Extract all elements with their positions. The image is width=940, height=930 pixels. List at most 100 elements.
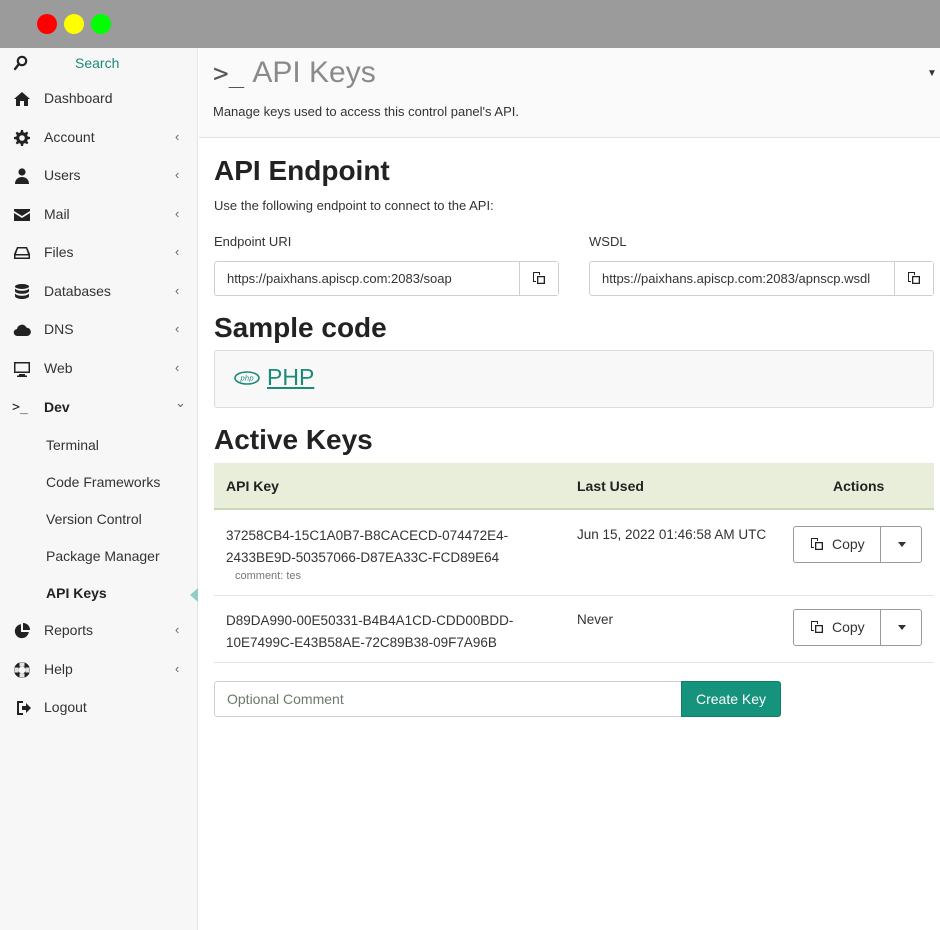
chevron-left-icon: ‹: [175, 129, 180, 144]
php-sample-link[interactable]: PHP: [267, 364, 314, 391]
sidebar-subitem-api-keys[interactable]: API Keys: [0, 576, 198, 612]
column-header-last-used: Last Used: [577, 478, 644, 494]
copy-uri-button[interactable]: [519, 262, 558, 295]
drive-icon: [12, 244, 32, 262]
lifebuoy-icon: [12, 661, 32, 679]
sidebar-subitem-package-manager[interactable]: Package Manager: [0, 539, 198, 575]
copy-key-button[interactable]: Copy: [794, 527, 881, 562]
sidebar-subitem-label: API Keys: [46, 585, 107, 601]
chevron-left-icon: ‹: [175, 283, 180, 298]
sidebar-item-dev[interactable]: >_ Dev ⌄: [0, 389, 198, 427]
sidebar-item-mail[interactable]: Mail ‹: [0, 196, 198, 234]
close-window-button[interactable]: [37, 14, 57, 34]
window-titlebar: [0, 0, 940, 48]
database-icon: [12, 283, 32, 301]
chevron-left-icon: ‹: [175, 360, 180, 375]
chevron-left-icon: ‹: [175, 622, 180, 637]
caret-down-icon: [898, 625, 906, 630]
page-title: >_ API Keys: [213, 56, 376, 90]
sidebar-subitem-label: Code Frameworks: [46, 474, 161, 490]
chevron-left-icon: ‹: [175, 167, 180, 182]
search-label: Search: [75, 55, 120, 71]
sidebar-item-databases[interactable]: Databases ‹: [0, 273, 198, 311]
sidebar-item-label: Account: [44, 129, 95, 145]
wsdl-label: WSDL: [589, 234, 627, 249]
sidebar-item-logout[interactable]: Logout: [0, 689, 198, 727]
sidebar-item-reports[interactable]: Reports ‹: [0, 612, 198, 650]
sample-code-panel: php PHP: [214, 350, 934, 408]
sidebar-item-files[interactable]: Files ‹: [0, 234, 198, 272]
sidebar-item-label: Files: [44, 244, 74, 260]
terminal-icon: >_: [12, 400, 28, 415]
sidebar-item-label: Help: [44, 661, 73, 677]
chevron-down-icon: ⌄: [175, 395, 186, 410]
last-used-value: Never: [577, 612, 614, 627]
create-key-button[interactable]: Create Key: [681, 681, 781, 717]
clipboard-icon: [533, 272, 545, 284]
table-row: 37258CB4-15C1A0B7-B8CACECD-074472E4- 243…: [214, 512, 934, 596]
sidebar-item-account[interactable]: Account ‹: [0, 119, 198, 157]
endpoint-uri-field[interactable]: https://paixhans.apiscp.com:2083/soap: [214, 261, 559, 296]
search-icon: [13, 55, 28, 71]
active-keys-heading: Active Keys: [214, 424, 373, 455]
page-title-text: API Keys: [252, 56, 376, 89]
monitor-icon: [12, 360, 32, 378]
php-icon: php: [234, 371, 260, 385]
key-actions-group: Copy: [793, 526, 922, 563]
optional-comment-input[interactable]: [227, 683, 667, 715]
main-content: >_ API Keys Manage keys used to access th…: [199, 48, 940, 930]
sidebar-search[interactable]: Search: [0, 48, 198, 78]
maximize-window-button[interactable]: [91, 14, 111, 34]
endpoint-heading: API Endpoint: [214, 155, 390, 186]
key-actions-group: Copy: [793, 609, 922, 646]
api-key-value[interactable]: 37258CB4-15C1A0B7-B8CACECD-074472E4- 243…: [226, 525, 556, 569]
sidebar-subitem-version-control[interactable]: Version Control: [0, 502, 198, 538]
sidebar-item-label: Databases: [44, 283, 111, 299]
active-indicator: [190, 588, 198, 602]
last-used-value: Jun 15, 2022 01:46:58 AM UTC: [577, 527, 767, 542]
sidebar-item-dashboard[interactable]: Dashboard: [0, 80, 198, 118]
clipboard-icon: [811, 538, 823, 550]
sidebar-item-web[interactable]: Web ‹: [0, 350, 198, 388]
endpoint-uri-value[interactable]: https://paixhans.apiscp.com:2083/soap: [227, 271, 517, 286]
user-menu-caret-icon[interactable]: ▼: [927, 68, 937, 79]
clipboard-icon: [811, 621, 823, 633]
wsdl-value[interactable]: https://paixhans.apiscp.com:2083/apnscp.…: [602, 271, 882, 286]
sidebar-item-help[interactable]: Help ‹: [0, 651, 198, 689]
sidebar-subitem-code-frameworks[interactable]: Code Frameworks: [0, 465, 198, 501]
sidebar-item-label: Mail: [44, 206, 70, 222]
sidebar-item-label: Logout: [44, 699, 87, 715]
sidebar-item-dns[interactable]: DNS ‹: [0, 311, 198, 349]
wsdl-field[interactable]: https://paixhans.apiscp.com:2083/apnscp.…: [589, 261, 934, 296]
comment-input-wrapper: [214, 681, 682, 717]
api-key-value[interactable]: D89DA990-00E50331-B4B4A1CD-CDD00BDD- 10E…: [226, 610, 556, 654]
clipboard-icon: [908, 272, 920, 284]
gear-icon: [12, 129, 32, 147]
caret-down-icon: [898, 542, 906, 547]
key-actions-dropdown-button[interactable]: [882, 610, 922, 645]
table-header: API Key Last Used Actions: [214, 463, 934, 510]
sidebar-item-label: DNS: [44, 321, 74, 337]
minimize-window-button[interactable]: [64, 14, 84, 34]
chevron-left-icon: ‹: [175, 321, 180, 336]
page-description: Manage keys used to access this control …: [213, 104, 519, 119]
sidebar-item-users[interactable]: Users ‹: [0, 157, 198, 195]
terminal-icon: >_: [213, 59, 245, 89]
table-row: D89DA990-00E50331-B4B4A1CD-CDD00BDD- 10E…: [214, 597, 934, 663]
sidebar-subitem-label: Package Manager: [46, 548, 160, 564]
sidebar-item-label: Reports: [44, 622, 94, 638]
endpoint-description: Use the following endpoint to connect to…: [214, 198, 494, 213]
key-actions-dropdown-button[interactable]: [882, 527, 922, 562]
sidebar-subitem-terminal[interactable]: Terminal: [0, 428, 198, 464]
column-header-actions: Actions: [833, 478, 885, 494]
svg-text:php: php: [239, 375, 254, 383]
user-icon: [12, 167, 32, 185]
sample-code-heading: Sample code: [214, 312, 387, 343]
sidebar-subitem-label: Version Control: [46, 511, 142, 527]
copy-wsdl-button[interactable]: [894, 262, 933, 295]
copy-key-button[interactable]: Copy: [794, 610, 881, 645]
sidebar-item-label: Dev: [44, 399, 70, 415]
home-icon: [12, 90, 32, 108]
column-header-api-key: API Key: [226, 478, 279, 494]
mail-icon: [12, 206, 32, 224]
